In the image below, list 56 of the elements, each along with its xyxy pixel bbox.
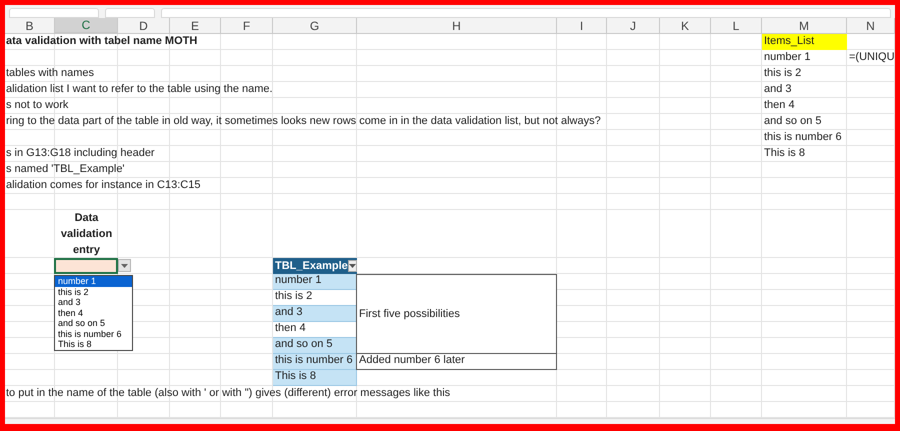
sheet-title: ata validation with tabel name MOTH (5, 34, 198, 48)
dropdown-option[interactable]: This is 8 (55, 339, 132, 350)
dropdown-button[interactable] (118, 259, 131, 272)
dropdown-option[interactable]: and so on 5 (55, 318, 132, 328)
formula-input[interactable] (161, 8, 891, 18)
dropdown-cell[interactable] (54, 258, 118, 274)
note-text: alidation list I want to refer to the table using the name. (5, 82, 274, 96)
note-text: to put in the name of the table (also with ' or with ") gives (different) error messages like this (5, 386, 452, 400)
comment-box: First five possibilities (356, 274, 557, 354)
column-header[interactable]: G (273, 18, 357, 34)
table-cell: number 1 (273, 274, 357, 290)
column-header[interactable]: H (357, 18, 557, 34)
caret-icon (121, 264, 128, 268)
list-item: This is 8 (763, 146, 806, 160)
dropdown-option[interactable]: this is 2 (55, 286, 132, 297)
list-item: number 1 (763, 50, 812, 64)
comment-box: Added number 6 later (356, 354, 557, 370)
note-text: alidation comes for instance in C13:C15 (5, 178, 202, 192)
table-cell: this is 2 (273, 290, 357, 306)
formula-text: =(UNIQU (848, 50, 895, 64)
dropdown-option[interactable]: then 4 (55, 308, 132, 318)
note-text: ring to the data part of the table in old way, it sometimes looks new rows come in in the data validation list, but not always? (5, 114, 602, 128)
table-cell: and 3 (273, 306, 357, 322)
list-item: and 3 (763, 82, 793, 96)
formula-input[interactable] (105, 8, 155, 18)
column-header[interactable]: D (118, 18, 170, 34)
list-item: this is 2 (763, 66, 802, 80)
column-header[interactable]: L (711, 18, 762, 34)
column-header[interactable]: B (5, 18, 55, 34)
column-header[interactable]: E (170, 18, 221, 34)
column-header[interactable]: C (55, 18, 118, 34)
note-text: s not to work (5, 98, 70, 112)
column-header[interactable]: M (762, 18, 847, 34)
items-list-header: Items_List (762, 34, 847, 50)
list-item: then 4 (763, 98, 796, 112)
filter-button[interactable] (348, 260, 357, 272)
note-text: s in G13:G18 including header (5, 146, 156, 160)
table-name: TBL_Example (275, 258, 348, 274)
dropdown-option[interactable]: and 3 (55, 297, 132, 308)
table-cell: and so on 5 (273, 338, 357, 354)
table-cell: then 4 (273, 322, 357, 338)
caret-icon (348, 264, 356, 268)
list-item: and so on 5 (763, 114, 822, 128)
list-item: this is number 6 (763, 130, 843, 144)
entry-label: Data validation entry (60, 211, 114, 258)
column-header[interactable]: N (847, 18, 895, 34)
column-header[interactable]: J (607, 18, 660, 34)
table-cell: this is number 6 (273, 354, 357, 370)
column-header[interactable]: K (660, 18, 711, 34)
note-text: tables with names (5, 66, 96, 80)
table-cell: This is 8 (273, 370, 357, 386)
column-header[interactable]: F (221, 18, 273, 34)
column-header[interactable]: I (557, 18, 607, 34)
dropdown-option[interactable]: this is number 6 (55, 328, 132, 339)
note-text: s named 'TBL_Example' (5, 162, 126, 176)
dropdown-option[interactable]: number 1 (55, 276, 132, 286)
